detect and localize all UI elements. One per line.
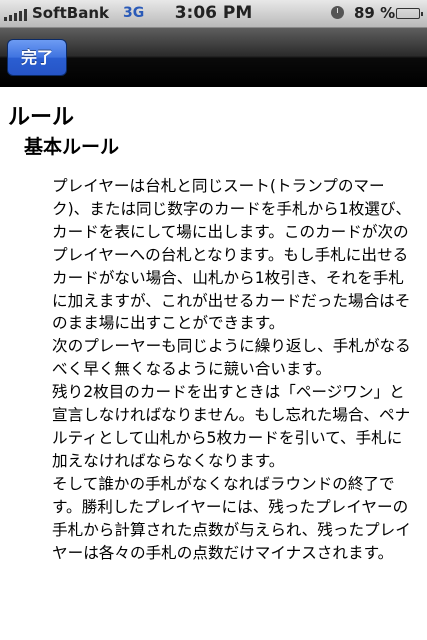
- clock-icon: [331, 6, 344, 19]
- battery-percent: 89 %: [354, 4, 396, 22]
- rules-paragraph: そして誰かの手札がなくなればラウンドの終了です。勝利したプレイヤーには、残ったプ…: [52, 474, 411, 562]
- done-button[interactable]: 完了: [7, 39, 67, 76]
- rules-text: プレイヤーは台札と同じスート(トランプのマーク)、または同じ数字のカードを手札か…: [52, 175, 415, 564]
- battery-icon: [396, 8, 423, 19]
- rules-paragraph: 残り2枚目のカードを出すときは「ページワン」と宣言しなければなりません。もし忘れ…: [52, 383, 411, 470]
- status-bar: SoftBank 3G 3:06 PM 89 %: [0, 0, 427, 28]
- navigation-bar: 完了: [0, 28, 427, 87]
- section-title: 基本ルール: [24, 136, 120, 158]
- rules-paragraph: プレイヤーは台札と同じスート(トランプのマーク)、または同じ数字のカードを手札か…: [52, 177, 412, 333]
- page-title: ルール: [8, 105, 75, 130]
- rules-paragraph: 次のプレーヤーも同じように繰り返し、手札がなるべく早く無くなるように競い合います…: [52, 337, 411, 379]
